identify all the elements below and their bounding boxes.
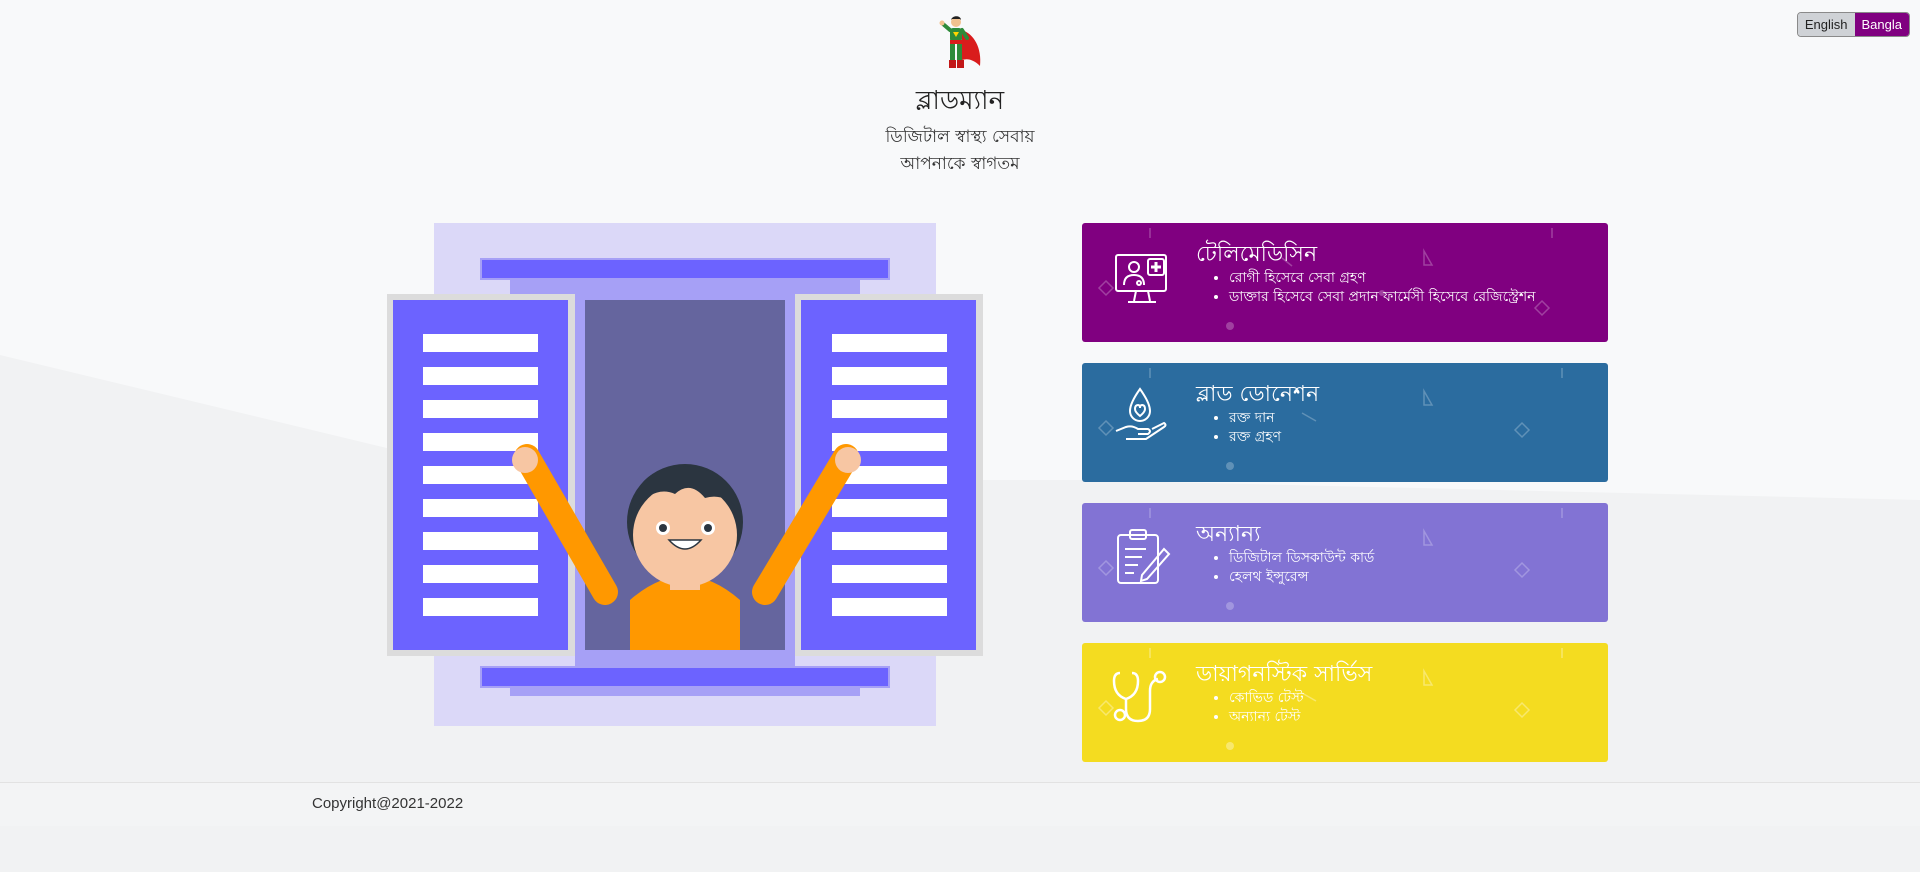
card-blood-donation[interactable]: ব্লাড ডোনেশন রক্ত দান রক্ত গ্রহণ xyxy=(1082,363,1608,482)
header: ব্লাডম্যান ডিজিটাল স্বাস্থ্য সেবায় আপনা… xyxy=(0,14,1920,178)
window-illustration xyxy=(387,223,983,726)
language-english-button[interactable]: English xyxy=(1797,13,1855,36)
language-bangla-button[interactable]: Bangla xyxy=(1854,13,1909,36)
card-others-title: অন্যান্য xyxy=(1196,522,1261,547)
list-item[interactable]: রক্ত দান xyxy=(1229,409,1281,428)
list-item[interactable]: রোগী হিসেবে সেবা গ্রহণ xyxy=(1229,269,1535,288)
list-item[interactable]: কোভিড টেস্ট xyxy=(1229,689,1304,708)
card-others-list: ডিজিটাল ডিসকাউন্ট কার্ড হেলথ ইন্সুরেন্স xyxy=(1196,549,1374,587)
service-cards: টেলিমেডিসিন রোগী হিসেবে সেবা গ্রহণ ডাক্ত… xyxy=(1082,223,1608,783)
copyright-text: Copyright@2021-2022 xyxy=(312,795,464,812)
card-blood-donation-list: রক্ত দান রক্ত গ্রহণ xyxy=(1196,409,1281,447)
card-diagnostic-service-list: কোভিড টেস্ট অন্যান্য টেস্ট xyxy=(1196,689,1304,727)
blood-donation-icon xyxy=(1115,387,1167,440)
card-telemedicine[interactable]: টেলিমেডিসিন রোগী হিসেবে সেবা গ্রহণ ডাক্ত… xyxy=(1082,223,1608,342)
tagline-line-1: ডিজিটাল স্বাস্থ্য সেবায় xyxy=(885,127,1035,147)
superhero-logo xyxy=(939,16,981,68)
list-item[interactable]: রক্ত গ্রহণ xyxy=(1229,428,1281,447)
list-item[interactable]: অন্যান্য টেস্ট xyxy=(1229,708,1304,727)
telemedicine-icon xyxy=(1115,254,1167,303)
list-item[interactable]: ডিজিটাল ডিসকাউন্ট কার্ড xyxy=(1229,549,1374,568)
language-switch: English Bangla xyxy=(1796,12,1910,37)
tagline-line-2: আপনাকে স্বাগতম xyxy=(900,154,1020,174)
card-diagnostic-service[interactable]: ডায়াগনস্টিক সার্ভিস কোভিড টেস্ট অন্যান্… xyxy=(1082,643,1608,762)
brand-name: ব্লাডম্যান xyxy=(915,86,1005,116)
stethoscope-icon xyxy=(1112,670,1167,723)
card-telemedicine-list: রোগী হিসেবে সেবা গ্রহণ ডাক্তার হিসেবে সে… xyxy=(1196,269,1535,307)
list-item[interactable]: হেলথ ইন্সুরেন্স xyxy=(1229,568,1374,587)
footer: Copyright@2021-2022 xyxy=(0,782,1920,826)
list-item[interactable]: ডাক্তার হিসেবে সেবা প্রদান ফার্মেসী হিসে… xyxy=(1229,288,1535,307)
card-diagnostic-service-title: ডায়াগনস্টিক সার্ভিস xyxy=(1196,662,1373,687)
card-blood-donation-title: ব্লাড ডোনেশন xyxy=(1196,382,1320,407)
card-telemedicine-title: টেলিমেডিসিন xyxy=(1196,242,1318,267)
clipboard-pen-icon xyxy=(1117,529,1171,584)
card-others[interactable]: অন্যান্য ডিজিটাল ডিসকাউন্ট কার্ড হেলথ ইন… xyxy=(1082,503,1608,622)
